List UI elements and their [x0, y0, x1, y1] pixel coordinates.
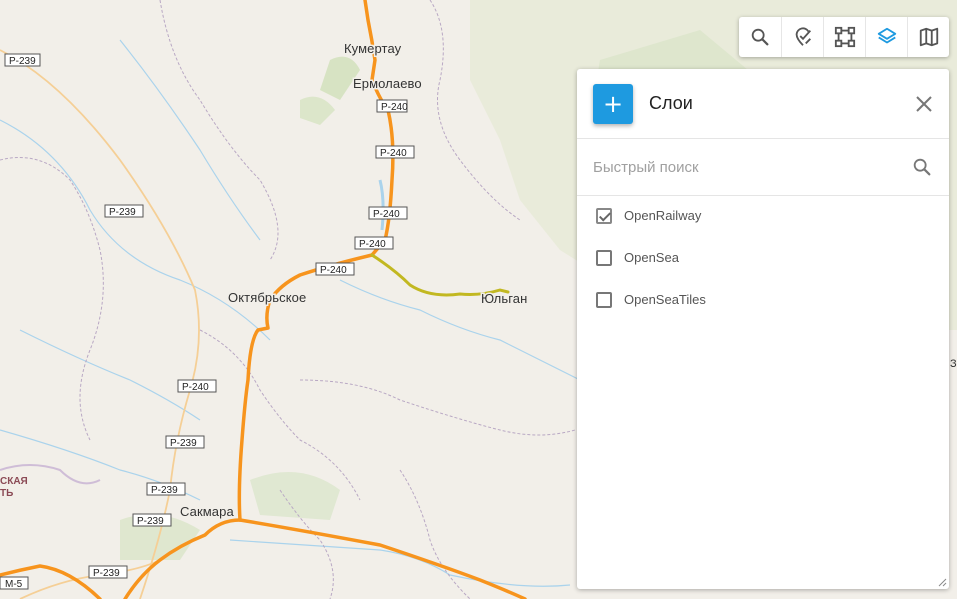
layer-item-openrailway[interactable]: OpenRailway — [577, 206, 949, 248]
panel-header: + Слои — [577, 69, 949, 139]
search-tool-button[interactable] — [739, 17, 781, 57]
svg-text:Р-239: Р-239 — [137, 516, 164, 527]
svg-text:М-5: М-5 — [5, 579, 23, 590]
svg-text:Р-240: Р-240 — [359, 239, 386, 250]
layers-tool-button[interactable] — [865, 17, 907, 57]
town-yulgan: Юльган — [481, 291, 527, 306]
road-shield: Р-240 — [375, 145, 415, 159]
town-kumertau: Кумертау — [344, 41, 402, 56]
svg-text:Р-239: Р-239 — [9, 56, 36, 67]
road-shield: М-5 — [0, 576, 29, 590]
measure-tool-button[interactable] — [781, 17, 823, 57]
quick-search-input[interactable] — [593, 153, 893, 181]
svg-text:Р-239: Р-239 — [151, 485, 178, 496]
layer-checkbox[interactable] — [596, 208, 612, 224]
region-label-2: ТЬ — [0, 488, 13, 499]
layer-list: OpenRailway OpenSea OpenSeaTiles — [577, 196, 949, 332]
region-label-1: СКАЯ — [0, 476, 28, 487]
add-layer-button[interactable]: + — [593, 84, 633, 124]
svg-text:Р-239: Р-239 — [109, 207, 136, 218]
layers-icon — [877, 27, 896, 44]
basemap-tool-button[interactable] — [907, 17, 949, 57]
edge-label: З — [950, 358, 957, 370]
ruler-pin-icon — [795, 27, 811, 46]
bounding-box-icon — [834, 26, 855, 48]
layer-label: OpenSea — [624, 250, 679, 265]
road-shield: Р-239 — [132, 513, 172, 527]
svg-text:Р-240: Р-240 — [381, 102, 408, 113]
close-icon[interactable] — [913, 93, 935, 115]
layer-checkbox[interactable] — [596, 250, 612, 266]
layer-label: OpenRailway — [624, 208, 702, 223]
road-shield: Р-239 — [146, 482, 186, 496]
town-oktyabrskoe: Октябрьское — [228, 290, 306, 305]
road-shield: Р-239 — [165, 435, 205, 449]
road-shield: Р-239 — [4, 53, 41, 67]
road-shield: Р-240 — [315, 262, 355, 276]
road-shield: Р-239 — [88, 565, 128, 579]
svg-text:Р-239: Р-239 — [93, 568, 120, 579]
panel-title: Слои — [649, 93, 693, 113]
select-area-tool-button[interactable] — [823, 17, 865, 57]
svg-text:Р-240: Р-240 — [373, 209, 400, 220]
layer-checkbox[interactable] — [596, 292, 612, 308]
quick-search-row — [577, 139, 949, 196]
layer-item-openseatiles[interactable]: OpenSeaTiles — [577, 290, 949, 332]
layer-label: OpenSeaTiles — [624, 292, 706, 307]
road-shield: Р-239 — [104, 204, 144, 218]
layers-panel: + Слои OpenRailway OpenSea OpenSeaTiles — [577, 69, 949, 589]
map-icon — [919, 27, 938, 47]
svg-text:Р-240: Р-240 — [182, 382, 209, 393]
map-toolbar — [739, 17, 949, 57]
plus-icon: + — [602, 90, 624, 118]
search-icon[interactable] — [911, 156, 933, 178]
svg-text:Р-239: Р-239 — [170, 438, 197, 449]
search-icon — [751, 28, 769, 46]
road-shield: Р-240 — [368, 206, 408, 220]
town-ermolaevo: Ермолаево — [353, 76, 422, 91]
town-sakmara: Сакмара — [180, 504, 234, 519]
resize-handle[interactable] — [937, 577, 947, 587]
road-shield: Р-240 — [354, 236, 394, 250]
road-shield: Р-240 — [177, 379, 217, 393]
svg-text:Р-240: Р-240 — [320, 265, 347, 276]
road-shield: Р-240 — [376, 99, 408, 113]
layer-item-opensea[interactable]: OpenSea — [577, 248, 949, 290]
svg-text:Р-240: Р-240 — [380, 148, 407, 159]
